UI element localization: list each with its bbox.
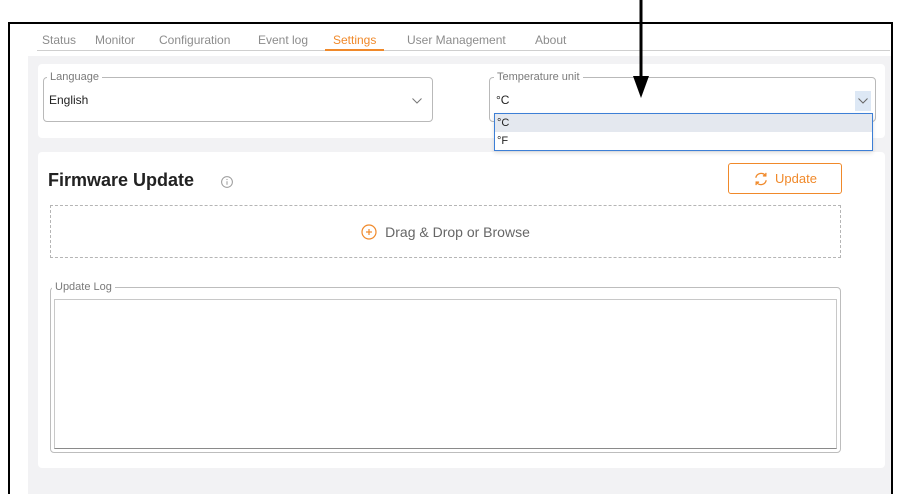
- tab-configuration[interactable]: Configuration: [151, 32, 238, 51]
- temperature-unit-dropdown: °C °F: [494, 113, 873, 151]
- tab-monitor[interactable]: Monitor: [87, 32, 143, 51]
- file-drop-zone[interactable]: Drag & Drop or Browse: [50, 205, 841, 258]
- language-label: Language: [47, 71, 102, 83]
- language-value: English: [49, 93, 89, 107]
- update-log-textarea[interactable]: [54, 299, 837, 449]
- temperature-unit-label: Temperature unit: [494, 71, 583, 83]
- tab-status[interactable]: Status: [34, 32, 84, 51]
- firmware-update-card: Firmware Update Update Drag & Drop or Br…: [38, 152, 885, 468]
- info-icon[interactable]: [221, 176, 233, 188]
- plus-circle-icon: [361, 223, 377, 240]
- refresh-icon: [755, 172, 767, 185]
- arrow-down-icon: [633, 0, 649, 98]
- tab-about[interactable]: About: [527, 32, 574, 51]
- dropdown-option-fahrenheit[interactable]: °F: [495, 132, 872, 150]
- language-select[interactable]: Language English: [43, 71, 433, 122]
- temperature-unit-value: °C: [496, 93, 510, 107]
- update-log-label: Update Log: [52, 281, 115, 293]
- tab-user-management[interactable]: User Management: [399, 32, 514, 51]
- update-log-group: Update Log: [50, 281, 841, 453]
- chevron-down-icon: [858, 98, 868, 104]
- tab-event-log[interactable]: Event log: [250, 32, 316, 51]
- dropdown-option-celsius[interactable]: °C: [495, 114, 872, 132]
- chevron-down-icon: [412, 98, 422, 104]
- drop-zone-label: Drag & Drop or Browse: [385, 223, 530, 240]
- update-button[interactable]: Update: [728, 163, 842, 194]
- temperature-unit-dropdown-toggle[interactable]: [855, 91, 871, 111]
- firmware-update-title: Firmware Update: [48, 170, 195, 190]
- language-dropdown-toggle[interactable]: [409, 91, 425, 111]
- tab-settings[interactable]: Settings: [325, 32, 385, 51]
- update-button-label: Update: [775, 171, 817, 186]
